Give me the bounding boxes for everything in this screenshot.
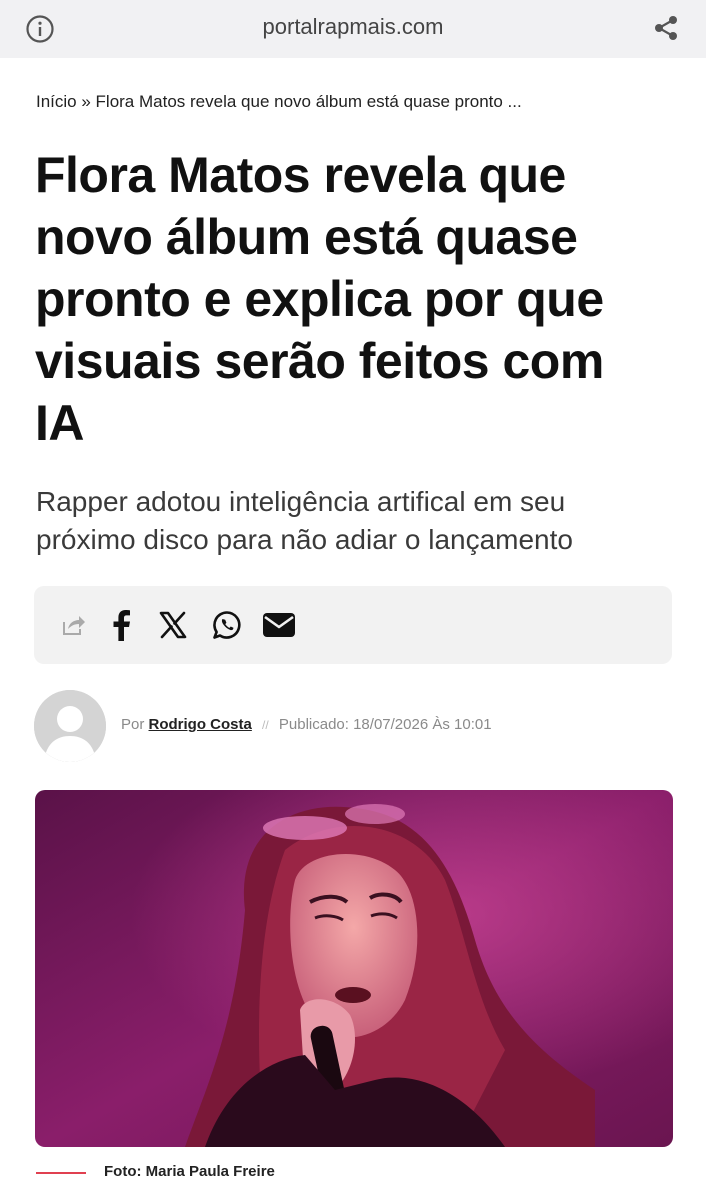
whatsapp-icon[interactable] <box>210 608 244 642</box>
article-title: Flora Matos revela que novo álbum está q… <box>35 144 685 454</box>
article-subtitle: Rapper adotou inteligência artifical em … <box>36 483 686 559</box>
article-title-line: pronto e explica por que <box>35 271 604 327</box>
social-share-bar <box>34 586 672 664</box>
article-title-line: novo álbum está quase <box>35 209 578 265</box>
article-photo[interactable] <box>35 790 673 1147</box>
byline-prefix: Por <box>121 716 145 733</box>
author-link[interactable]: Rodrigo Costa <box>149 716 252 733</box>
published-date: Publicado: 18/07/2026 Às 10:01 <box>278 716 492 733</box>
photo-caption: Foto: Maria Paula Freire <box>104 1163 275 1180</box>
address-bar-url[interactable]: portalrapmais.com <box>0 14 706 40</box>
article-title-line: visuais serão feitos com <box>35 333 604 389</box>
share-icon[interactable] <box>56 608 90 642</box>
x-icon[interactable] <box>156 608 190 642</box>
byline-separator: // <box>262 718 269 732</box>
article-title-line: Flora Matos revela que <box>35 147 566 203</box>
share-icon[interactable] <box>650 12 682 44</box>
email-icon[interactable] <box>262 608 296 642</box>
article-byline: Por Rodrigo Costa // Publicado: 18/07/20… <box>121 716 492 733</box>
facebook-icon[interactable] <box>104 608 138 642</box>
article-subtitle-line: Rapper adotou inteligência artifical em … <box>36 486 566 517</box>
avatar[interactable] <box>34 690 106 762</box>
caption-accent-line <box>36 1172 86 1174</box>
article-subtitle-line: próximo disco para não adiar o lançament… <box>36 524 573 555</box>
browser-top-bar: portalrapmais.com <box>0 0 706 58</box>
article-title-line: IA <box>35 395 85 451</box>
breadcrumb[interactable]: Início » Flora Matos revela que novo álb… <box>36 92 522 112</box>
